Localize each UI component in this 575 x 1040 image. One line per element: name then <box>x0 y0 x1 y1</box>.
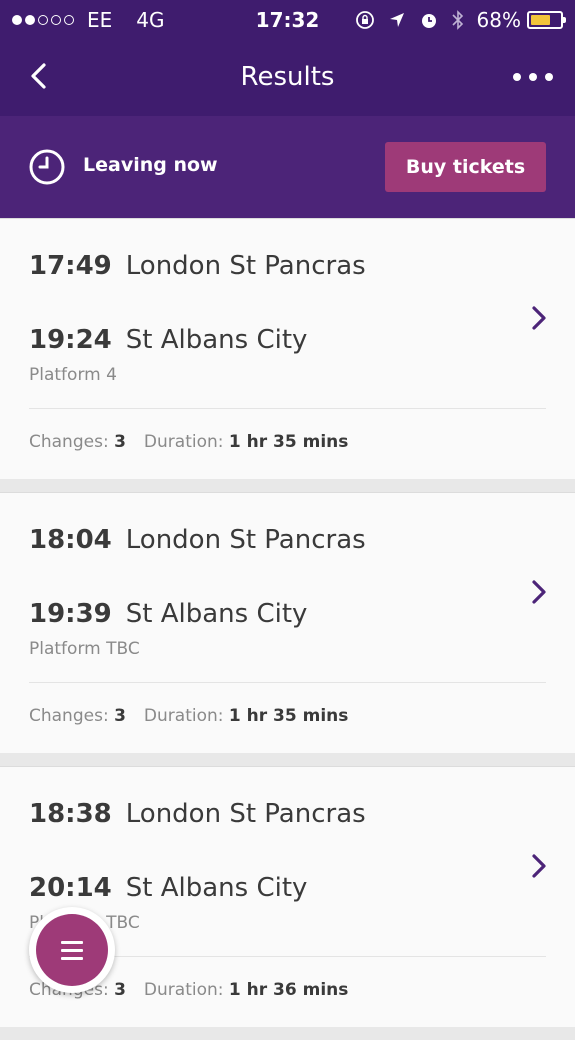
chevron-right-icon[interactable] <box>528 303 550 333</box>
journey-meta: Changes: 3 Duration: 1 hr 35 mins <box>29 706 348 726</box>
page-title: Results <box>240 62 335 92</box>
leaving-now-label[interactable]: Leaving now <box>83 154 218 176</box>
duration-value: 1 hr 35 mins <box>228 706 349 726</box>
back-button[interactable] <box>20 56 60 96</box>
arrival-station: St Albans City <box>125 325 308 355</box>
status-left: EE 4G <box>12 8 165 32</box>
departure-station: London St Pancras <box>125 251 366 281</box>
arrival-row: 19:39 St Albans City <box>29 599 307 629</box>
carrier-name: EE <box>87 8 113 32</box>
chevron-left-icon <box>31 63 46 89</box>
arrival-row: 20:14 St Albans City <box>29 873 307 903</box>
duration-value: 1 hr 36 mins <box>228 980 349 1000</box>
navigation-bar: Results <box>0 40 575 116</box>
journey-meta: Changes: 3 Duration: 1 hr 35 mins <box>29 432 348 452</box>
arrival-time: 20:14 <box>29 873 112 903</box>
hamburger-menu-icon <box>36 914 108 986</box>
location-arrow-icon <box>389 13 404 27</box>
departure-time: 17:49 <box>29 251 112 281</box>
divider <box>29 408 546 409</box>
departure-row: 17:49 London St Pancras <box>29 251 366 281</box>
rotation-lock-icon <box>355 11 374 29</box>
duration-label: Duration: <box>143 980 224 1000</box>
departure-station: London St Pancras <box>125 799 366 829</box>
departure-row: 18:38 London St Pancras <box>29 799 366 829</box>
result-card[interactable]: 17:49 London St Pancras 19:24 St Albans Ci… <box>0 218 575 479</box>
changes-label: Changes: <box>29 706 109 726</box>
more-options-button[interactable] <box>513 62 553 92</box>
status-right: 68% <box>355 8 566 32</box>
changes-label: Changes: <box>29 432 109 452</box>
departure-time: 18:04 <box>29 525 112 555</box>
network-type: 4G <box>136 8 165 32</box>
battery-percent: 68% <box>476 8 521 32</box>
duration-label: Duration: <box>143 706 224 726</box>
result-card[interactable]: 18:04 London St Pancras 19:39 St Albans Ci… <box>0 492 575 753</box>
buy-tickets-button[interactable]: Buy tickets <box>385 142 546 192</box>
changes-value: 3 <box>114 706 126 726</box>
chevron-right-icon[interactable] <box>528 577 550 607</box>
status-bar: EE 4G 17:32 68% <box>0 0 575 40</box>
alarm-icon <box>421 14 436 28</box>
arrival-time: 19:39 <box>29 599 112 629</box>
departure-station: London St Pancras <box>125 525 366 555</box>
bluetooth-icon <box>451 10 463 30</box>
battery-icon <box>527 11 566 29</box>
divider <box>29 682 546 683</box>
filter-bar: Leaving now Buy tickets <box>0 116 575 218</box>
arrival-station: St Albans City <box>125 873 308 903</box>
chevron-right-icon[interactable] <box>528 851 550 881</box>
signal-strength-icon <box>12 15 77 25</box>
departure-row: 18:04 London St Pancras <box>29 525 366 555</box>
duration-label: Duration: <box>143 432 224 452</box>
menu-fab-button[interactable] <box>29 907 115 993</box>
changes-value: 3 <box>114 432 126 452</box>
arrival-row: 19:24 St Albans City <box>29 325 307 355</box>
departure-time: 18:38 <box>29 799 112 829</box>
arrival-time: 19:24 <box>29 325 112 355</box>
duration-value: 1 hr 35 mins <box>228 432 349 452</box>
changes-value: 3 <box>114 980 126 1000</box>
clock-icon[interactable] <box>28 148 66 186</box>
arrival-station: St Albans City <box>125 599 308 629</box>
platform-label: Platform 4 <box>29 365 117 385</box>
more-dots-icon <box>513 73 521 81</box>
platform-label: Platform TBC <box>29 639 140 659</box>
